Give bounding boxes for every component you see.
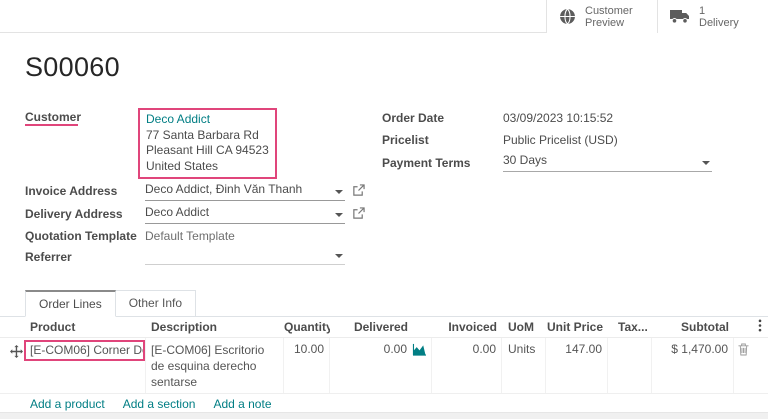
- delivered-cell[interactable]: 0.00: [330, 338, 432, 393]
- quotation-template-label: Quotation Template: [25, 229, 137, 243]
- order-line-footer-links: Add a product Add a section Add a note: [30, 397, 272, 411]
- column-header-tax[interactable]: Tax...: [608, 320, 652, 334]
- pricelist-value: Public Pricelist (USD): [503, 133, 618, 147]
- optional-columns-toggle[interactable]: [734, 319, 768, 335]
- page-title: S00060: [25, 52, 120, 83]
- drag-handle[interactable]: [10, 338, 24, 393]
- subtotal-cell: $ 1,470.00: [652, 338, 734, 393]
- globe-icon: [559, 8, 576, 25]
- column-header-subtotal[interactable]: Subtotal: [652, 320, 734, 334]
- customer-preview-label: Customer Preview: [585, 5, 633, 29]
- order-lines-header: Product Description Quantity Delivered I…: [0, 317, 768, 338]
- customer-label: Customer: [25, 110, 81, 124]
- customer-label-highlight: [25, 124, 78, 126]
- chevron-down-icon[interactable]: [335, 254, 343, 258]
- top-button-bar: Customer Preview 1 Delivery: [0, 0, 768, 33]
- delivery-label: 1 Delivery: [699, 5, 739, 29]
- customer-preview-button[interactable]: Customer Preview: [546, 0, 657, 33]
- chevron-down-icon[interactable]: [335, 190, 343, 194]
- add-section-link[interactable]: Add a section: [123, 397, 196, 411]
- referrer-label: Referrer: [25, 250, 72, 264]
- payment-terms-value: 30 Days: [503, 153, 547, 167]
- invoice-address-field[interactable]: Deco Addict, Đinh Văn Thanh: [145, 182, 345, 201]
- column-header-unit-price[interactable]: Unit Price: [546, 320, 608, 334]
- column-header-delivered[interactable]: Delivered: [330, 320, 432, 334]
- tax-cell[interactable]: [608, 338, 652, 393]
- order-date-label: Order Date: [382, 111, 444, 125]
- tab-order-lines[interactable]: Order Lines: [25, 290, 116, 317]
- delete-row-button[interactable]: [734, 338, 768, 393]
- invoiced-cell[interactable]: 0.00: [432, 338, 502, 393]
- quotation-template-value: Default Template: [145, 229, 235, 243]
- quantity-cell[interactable]: 10.00: [284, 338, 330, 393]
- sale-order-form: Customer Preview 1 Delivery: [0, 0, 768, 419]
- page-background: [0, 412, 768, 419]
- order-date-value: 03/09/2023 10:15:52: [503, 111, 613, 125]
- product-cell[interactable]: [E-COM06] Corner Des...: [24, 338, 146, 393]
- chevron-down-icon[interactable]: [702, 161, 710, 165]
- invoice-address-label: Invoice Address: [25, 184, 117, 198]
- column-header-description[interactable]: Description: [146, 320, 284, 334]
- delivery-button[interactable]: 1 Delivery: [657, 0, 768, 33]
- notebook-tabs: Order Lines Other Info: [25, 290, 196, 317]
- truck-icon: [670, 9, 690, 24]
- delivered-value: 0.00: [384, 342, 407, 356]
- add-product-link[interactable]: Add a product: [30, 397, 105, 411]
- pricelist-label: Pricelist: [382, 133, 429, 147]
- product-name: [E-COM06] Corner Des...: [24, 340, 145, 361]
- unit-price-cell[interactable]: 147.00: [546, 338, 608, 393]
- delivery-address-label: Delivery Address: [25, 207, 123, 221]
- customer-link[interactable]: Deco Addict: [146, 112, 269, 128]
- payment-terms-label: Payment Terms: [382, 156, 470, 170]
- customer-address-line: 77 Santa Barbara Rd: [146, 128, 269, 144]
- customer-address-line: Pleasant Hill CA 94523: [146, 143, 269, 159]
- referrer-field[interactable]: [145, 246, 345, 265]
- delivery-address-value: Deco Addict: [145, 205, 209, 219]
- forecast-chart-icon[interactable]: [412, 343, 427, 356]
- tab-other-info[interactable]: Other Info: [116, 290, 196, 317]
- trash-icon: [738, 343, 768, 356]
- add-note-link[interactable]: Add a note: [213, 397, 271, 411]
- column-header-product[interactable]: Product: [10, 320, 146, 334]
- customer-address-line: United States: [146, 159, 269, 175]
- column-header-quantity[interactable]: Quantity: [284, 320, 330, 334]
- delivery-address-field[interactable]: Deco Addict: [145, 205, 345, 224]
- description-cell[interactable]: [E-COM06] Escritorio de esquina derecho …: [146, 338, 284, 393]
- stat-button-group: Customer Preview 1 Delivery: [546, 0, 768, 33]
- column-header-uom[interactable]: UoM: [502, 320, 546, 334]
- chevron-down-icon[interactable]: [335, 213, 343, 217]
- invoice-address-value: Deco Addict, Đinh Văn Thanh: [145, 182, 302, 196]
- uom-cell[interactable]: Units: [502, 338, 546, 393]
- payment-terms-field[interactable]: 30 Days: [503, 153, 712, 172]
- column-header-invoiced[interactable]: Invoiced: [432, 320, 502, 334]
- order-line-row[interactable]: [E-COM06] Corner Des... [E-COM06] Escrit…: [0, 338, 768, 394]
- external-link-icon[interactable]: [352, 207, 365, 220]
- customer-address-block: Deco Addict 77 Santa Barbara Rd Pleasant…: [138, 108, 277, 179]
- external-link-icon[interactable]: [352, 184, 365, 197]
